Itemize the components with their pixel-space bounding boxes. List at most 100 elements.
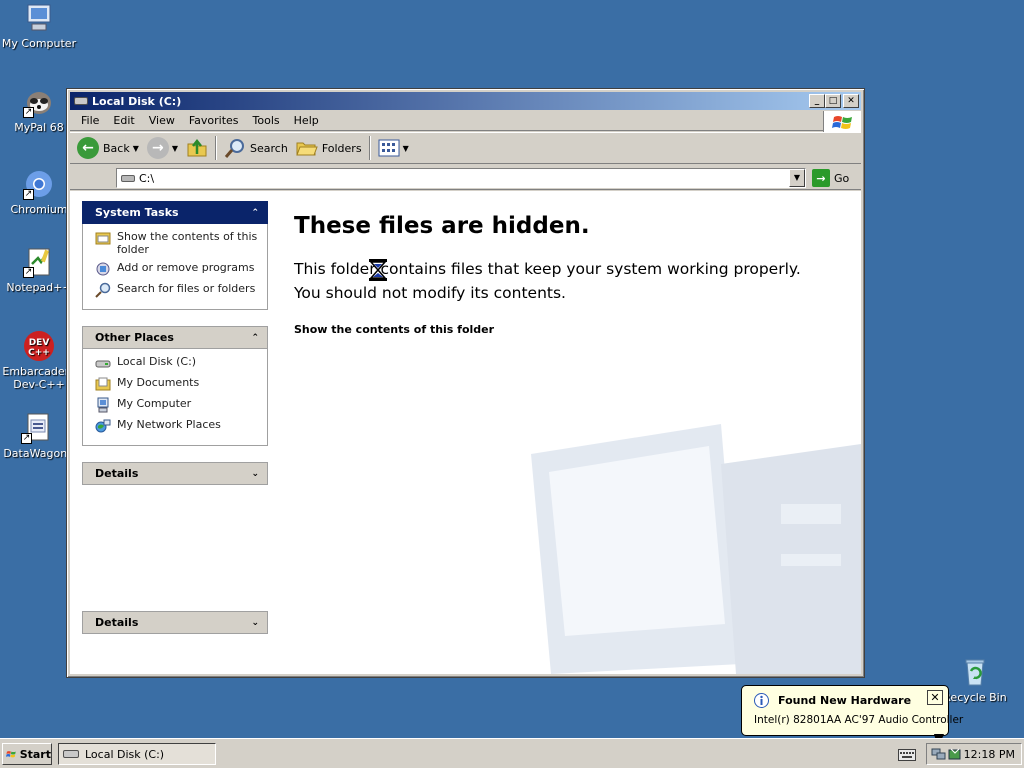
place-my-documents[interactable]: My Documents [95,376,259,392]
toolbar-separator [215,136,218,160]
back-arrow-icon: ← [77,137,99,159]
info-icon [754,693,769,708]
drive-icon [74,97,88,105]
address-bar: C:\ ▼ → Go [70,166,861,190]
found-new-hardware-balloon[interactable]: Found New Hardware Intel(r) 82801AA AC'9… [741,685,963,736]
maximize-button[interactable]: □ [825,94,841,108]
network-icon[interactable] [931,747,947,761]
mypal-icon: ↗ [23,86,55,118]
desktop-icon-datawagon[interactable]: ↗ DataWagon. [0,412,76,460]
back-button[interactable]: ← Back ▼ [73,135,143,161]
menu-help[interactable]: Help [287,114,326,127]
shortcut-arrow-icon: ↗ [23,267,34,278]
other-places-header[interactable]: Other Places ⌃ [82,326,268,349]
chevron-down-icon: ▼ [171,143,179,153]
system-tasks-panel: System Tasks ⌃ Show the contents of this… [82,201,268,310]
details-panel-duplicate: Details ⌄ [82,611,268,634]
details-panel: Details ⌄ [82,462,268,485]
window-title: Local Disk (C:) [92,94,182,108]
chevron-down-icon[interactable]: ⌄ [251,618,259,628]
search-icon [95,282,111,298]
views-button[interactable]: ▼ [374,135,413,161]
close-button[interactable]: ✕ [843,94,859,108]
standard-toolbar: ← Back ▼ → ▼ Search Folders ▼ [70,132,861,164]
taskbar: Start Local Disk (C:) 12:18 PM [0,738,1024,768]
folder-content: System Tasks ⌃ Show the contents of this… [70,191,861,674]
chevron-down-icon: ▼ [132,143,139,153]
windows-logo-icon [823,111,861,132]
desktop-icon-my-computer[interactable]: My Computer [0,2,78,50]
menu-edit[interactable]: Edit [106,114,141,127]
computer-watermark-icon [531,424,861,674]
recycle-bin-icon [959,656,991,688]
desktop-icon-label: DataWagon. [3,447,71,460]
desktop-icon-label: My Computer [1,37,77,50]
other-places-panel: Other Places ⌃ Local Disk (C:) My Docume… [82,326,268,446]
details-header[interactable]: Details ⌄ [82,611,268,634]
drive-icon [63,750,79,758]
minimize-button[interactable]: _ [809,94,825,108]
panel-title: Details [95,467,139,480]
hardware-icon[interactable] [947,747,963,761]
notepadpp-icon: ↗ [23,246,55,278]
toolbar-separator [368,136,371,160]
balloon-close-button[interactable]: ✕ [927,690,943,705]
clock[interactable]: 12:18 PM [964,748,1015,761]
task-label: Add or remove programs [117,261,255,274]
taskbar-button-local-disk[interactable]: Local Disk (C:) [58,743,216,765]
drive-icon [121,174,135,182]
views-icon [378,139,400,157]
other-places-body: Local Disk (C:) My Documents My Computer… [82,349,268,446]
search-icon [224,139,245,158]
up-button[interactable] [182,135,212,161]
system-tasks-header[interactable]: System Tasks ⌃ [82,201,268,224]
window-titlebar[interactable]: Local Disk (C:) _ □ ✕ [70,92,861,110]
place-my-computer[interactable]: My Computer [95,397,259,413]
forward-button[interactable]: → ▼ [143,135,182,161]
shortcut-arrow-icon: ↗ [23,107,34,118]
shortcut-arrow-icon: ↗ [21,433,32,444]
notice-line-2: You should not modify its contents. [294,284,566,302]
devcpp-icon: DEV C++ [23,330,55,362]
task-search-files[interactable]: Search for files or folders [95,282,259,298]
my-computer-icon [97,397,109,413]
search-label: Search [250,141,288,155]
menu-tools[interactable]: Tools [246,114,287,127]
keyboard-icon[interactable] [898,749,916,761]
task-show-contents[interactable]: Show the contents of this folder [95,230,259,256]
place-my-network[interactable]: My Network Places [95,418,259,434]
folders-icon [296,142,318,156]
drive-icon [95,360,111,368]
my-documents-icon [95,377,111,391]
details-header[interactable]: Details ⌄ [82,462,268,485]
my-computer-icon [23,2,55,34]
notice-heading: These files are hidden. [294,213,590,239]
panel-title: Other Places [95,331,174,344]
chevron-up-icon[interactable]: ⌃ [251,333,259,343]
svg-text:DEV: DEV [29,338,50,348]
chevron-up-icon[interactable]: ⌃ [251,208,259,218]
show-contents-link[interactable]: Show the contents of this folder [294,323,854,336]
windows-logo-icon [6,751,16,758]
balloon-message: Intel(r) 82801AA AC'97 Audio Controller [754,714,964,726]
place-label: My Documents [117,376,200,389]
go-arrow-icon: → [812,169,830,187]
panel-title: System Tasks [95,206,179,219]
task-pane: System Tasks ⌃ Show the contents of this… [82,201,268,650]
address-dropdown-button[interactable]: ▼ [789,169,805,187]
network-places-icon [95,419,111,433]
start-button[interactable]: Start [2,743,52,765]
place-local-disk[interactable]: Local Disk (C:) [95,355,259,371]
go-button[interactable]: → Go [812,168,849,188]
task-add-remove-programs[interactable]: Add or remove programs [95,261,259,277]
folders-button[interactable]: Folders [292,135,366,161]
chevron-down-icon[interactable]: ⌄ [251,469,259,479]
chromium-icon: ↗ [23,168,55,200]
menu-view[interactable]: View [142,114,182,127]
search-button[interactable]: Search [220,135,292,161]
system-tray: 12:18 PM [926,743,1022,765]
menu-file[interactable]: File [74,114,106,127]
menu-favorites[interactable]: Favorites [182,114,246,127]
folder-up-icon [187,138,207,157]
address-input[interactable]: C:\ ▼ [116,168,806,188]
